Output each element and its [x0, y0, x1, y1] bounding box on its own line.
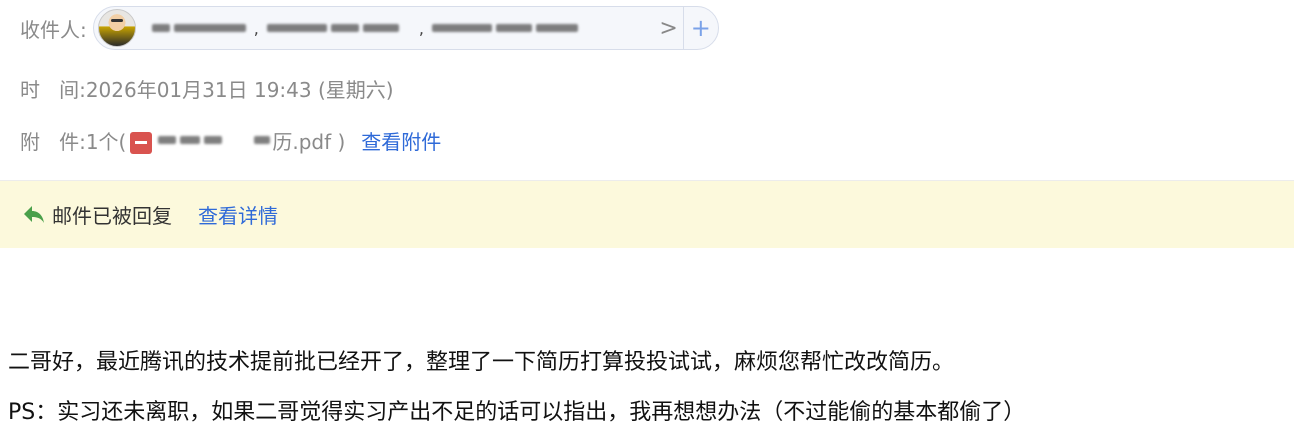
- reply-arrow-icon: [22, 203, 46, 227]
- attachment-count: 1个(: [85, 129, 127, 154]
- add-recipient-icon[interactable]: +: [682, 7, 718, 49]
- replied-notice-bar: 邮件已被回复 查看详情: [0, 181, 1294, 248]
- recipient-names-redacted[interactable]: , ,: [150, 19, 670, 38]
- attachment-row: 附 件: 1个( 历.pdf ) 查看附件: [20, 122, 441, 158]
- time-value: 2026年01月31日 19:43 (星期六): [85, 77, 394, 102]
- chevron-right-icon[interactable]: >: [659, 7, 677, 49]
- recipient-pill[interactable]: , , > +: [92, 6, 719, 50]
- pdf-file-icon: [130, 132, 153, 154]
- avatar: [97, 9, 136, 47]
- recipient-row: 收件人: , , > +: [20, 6, 719, 50]
- attachment-filename-visible: 历.pdf ): [272, 129, 346, 154]
- attachment-filename-redacted[interactable]: [156, 136, 272, 144]
- replied-notice-text: 邮件已被回复: [52, 204, 172, 228]
- message-line-1: 二哥好，最近腾讯的技术提前批已经开了，整理了一下简历打算投投试试，麻烦您帮忙改改…: [8, 350, 955, 375]
- time-label: 时 间:: [20, 77, 86, 102]
- recipient-label: 收件人:: [20, 17, 87, 42]
- view-details-link[interactable]: 查看详情: [198, 200, 278, 229]
- message-line-2: PS：实习还未离职，如果二哥觉得实习产出不足的话可以指出，我再想想办法（不过能偷…: [8, 400, 1026, 425]
- attachment-label: 附 件:: [20, 129, 86, 154]
- time-row: 时 间: 2026年01月31日 19:43 (星期六): [20, 70, 394, 106]
- view-attachment-link[interactable]: 查看附件: [361, 126, 441, 155]
